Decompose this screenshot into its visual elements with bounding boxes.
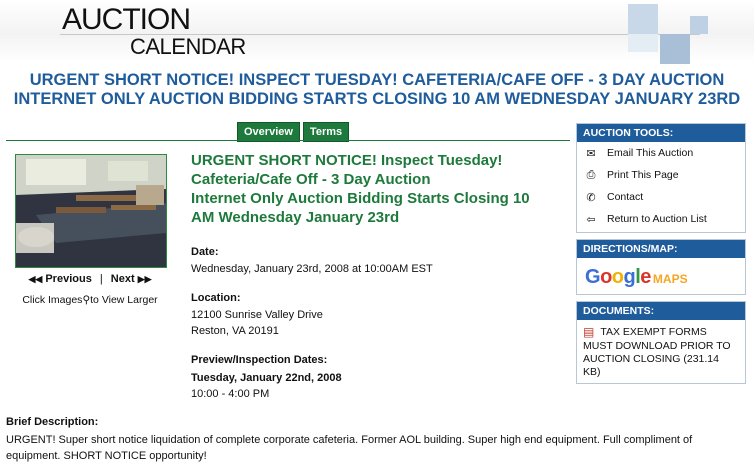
envelope-icon: ✉ <box>586 147 596 160</box>
location-city: Reston, VA 20191 <box>191 325 279 337</box>
logo-auction[interactable]: AUCTION <box>62 3 191 37</box>
auction-heading-line: Cafeteria/Cafe Off - 3 Day Auction <box>191 171 431 188</box>
nav-separator: | <box>99 273 103 285</box>
tax-exempt-document-link[interactable]: ▤ TAX EXEMPT FORMS <box>577 320 745 339</box>
preview-label: Preview/Inspection Dates: <box>191 354 328 366</box>
directions-heading: DIRECTIONS/MAP: <box>577 240 745 258</box>
document-note: MUST DOWNLOAD PRIOR TO AUCTION CLOSING (… <box>583 340 731 378</box>
printer-icon: ⎙ <box>586 168 596 181</box>
location-street: 12100 Sunrise Valley Drive <box>191 309 323 321</box>
google-maps-link[interactable]: Google MAPS <box>577 258 745 295</box>
location-address: 12100 Sunrise Valley Drive Reston, VA 20… <box>191 307 323 339</box>
location-label: Location: <box>191 292 241 304</box>
decorative-square <box>660 34 690 64</box>
tab-bar: Overview Terms <box>237 122 350 142</box>
email-auction-link[interactable]: ✉ Email This Auction <box>577 142 745 164</box>
google-maps-logo: Google <box>585 266 651 288</box>
preview-date: Tuesday, January 22nd, 2008 <box>191 372 342 384</box>
contact-link[interactable]: ✆ Contact <box>577 186 745 208</box>
tab-terms[interactable]: Terms <box>302 122 350 142</box>
previous-arrow-icon[interactable]: ◀◀ <box>28 274 42 284</box>
preview-time: 10:00 - 4:00 PM <box>191 388 270 400</box>
documents-heading: DOCUMENTS: <box>577 302 745 320</box>
directions-panel: DIRECTIONS/MAP: Google MAPS <box>576 239 746 295</box>
return-to-list-link[interactable]: ⇦ Return to Auction List <box>577 208 745 230</box>
photo-navigation: ◀◀ Previous | Next ▶▶ <box>15 273 165 285</box>
next-arrow-icon[interactable]: ▶▶ <box>138 274 152 284</box>
auction-tools-panel: AUCTION TOOLS: ✉ Email This Auction ⎙ Pr… <box>576 123 746 233</box>
brief-description-label: Brief Description: <box>6 416 99 428</box>
page-title-line1: URGENT SHORT NOTICE! INSPECT TUESDAY! CA… <box>29 71 725 89</box>
auction-tools-heading: AUCTION TOOLS: <box>577 124 745 142</box>
page-title-line2: INTERNET ONLY AUCTION BIDDING STARTS CLO… <box>13 90 741 108</box>
date-value: Wednesday, January 23rd, 2008 at 10:00AM… <box>191 263 433 275</box>
pdf-icon: ▤ <box>583 325 595 339</box>
auction-heading: URGENT SHORT NOTICE! Inspect Tuesday! Ca… <box>191 151 563 227</box>
page-title: URGENT SHORT NOTICE! INSPECT TUESDAY! CA… <box>0 71 754 109</box>
auction-photo[interactable] <box>15 154 167 268</box>
site-header: AUCTION CALENDAR <box>0 0 754 64</box>
next-link[interactable]: Next <box>111 273 135 285</box>
decorative-square <box>628 4 658 34</box>
click-to-enlarge-hint: Click Images⚲to View Larger <box>22 294 158 306</box>
decorative-square <box>690 16 708 34</box>
documents-panel: DOCUMENTS: ▤ TAX EXEMPT FORMS MUST DOWNL… <box>576 301 746 384</box>
logo-calendar[interactable]: CALENDAR <box>130 34 246 60</box>
auction-heading-line: AM Wednesday January 23rd <box>191 209 400 226</box>
back-arrow-icon: ⇦ <box>586 213 596 226</box>
tab-overview[interactable]: Overview <box>237 122 300 142</box>
auction-heading-line: URGENT SHORT NOTICE! Inspect Tuesday! <box>191 152 503 169</box>
date-label: Date: <box>191 246 219 258</box>
tab-divider <box>6 140 570 141</box>
previous-link[interactable]: Previous <box>45 273 91 285</box>
auction-heading-line: Internet Only Auction Bidding Starts Clo… <box>191 190 530 207</box>
print-page-link[interactable]: ⎙ Print This Page <box>577 164 745 186</box>
magnifier-icon: ⚲ <box>82 294 91 306</box>
phone-icon: ✆ <box>586 191 596 204</box>
brief-description-text: URGENT! Super short notice liquidation o… <box>6 434 693 462</box>
decorative-square <box>628 34 658 52</box>
